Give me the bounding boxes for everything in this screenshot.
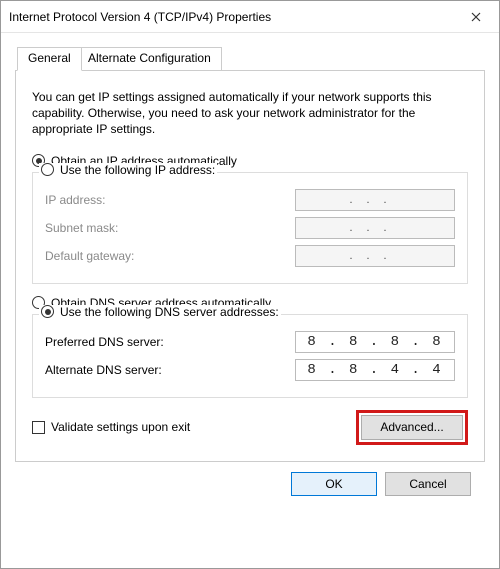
radio-ip-manual[interactable] bbox=[41, 163, 54, 176]
cancel-button-label: Cancel bbox=[409, 477, 446, 491]
window-title: Internet Protocol Version 4 (TCP/IPv4) P… bbox=[9, 10, 453, 24]
subnet-mask-input: ... bbox=[295, 217, 455, 239]
group-ip-manual: Use the following IP address: IP address… bbox=[32, 172, 468, 284]
subnet-mask-label: Subnet mask: bbox=[45, 221, 295, 235]
close-icon bbox=[471, 12, 481, 22]
radio-ip-manual-row[interactable]: Use the following IP address: bbox=[39, 163, 217, 177]
default-gateway-label: Default gateway: bbox=[45, 249, 295, 263]
advanced-highlight: Advanced... bbox=[356, 410, 468, 445]
dialog-window: Internet Protocol Version 4 (TCP/IPv4) P… bbox=[0, 0, 500, 569]
advanced-button-label: Advanced... bbox=[380, 420, 443, 434]
cancel-button[interactable]: Cancel bbox=[385, 472, 471, 496]
tab-alternate-configuration[interactable]: Alternate Configuration bbox=[77, 47, 222, 71]
preferred-dns-label: Preferred DNS server: bbox=[45, 335, 295, 349]
tab-general[interactable]: General bbox=[17, 47, 82, 71]
preferred-dns-input[interactable]: 8 . 8 . 8 . 8 bbox=[295, 331, 455, 353]
radio-ip-manual-label: Use the following IP address: bbox=[60, 163, 215, 177]
ip-address-input: ... bbox=[295, 189, 455, 211]
preferred-dns-value: 8 . 8 . 8 . 8 bbox=[307, 334, 442, 350]
alternate-dns-value: 8 . 8 . 4 . 4 bbox=[307, 362, 442, 378]
tabstrip: General Alternate Configuration bbox=[15, 47, 485, 71]
close-button[interactable] bbox=[453, 1, 499, 33]
titlebar: Internet Protocol Version 4 (TCP/IPv4) P… bbox=[1, 1, 499, 33]
tab-general-label: General bbox=[28, 51, 71, 65]
validate-label: Validate settings upon exit bbox=[51, 420, 190, 434]
alternate-dns-label: Alternate DNS server: bbox=[45, 363, 295, 377]
ok-button-label: OK bbox=[325, 477, 342, 491]
alternate-dns-input[interactable]: 8 . 8 . 4 . 4 bbox=[295, 359, 455, 381]
radio-dns-manual-row[interactable]: Use the following DNS server addresses: bbox=[39, 305, 281, 319]
validate-checkbox[interactable] bbox=[32, 421, 45, 434]
radio-dns-manual[interactable] bbox=[41, 305, 54, 318]
validate-checkbox-row[interactable]: Validate settings upon exit bbox=[32, 420, 190, 434]
tab-alternate-label: Alternate Configuration bbox=[88, 51, 211, 65]
advanced-button[interactable]: Advanced... bbox=[361, 415, 463, 440]
ip-address-label: IP address: bbox=[45, 193, 295, 207]
radio-dns-manual-label: Use the following DNS server addresses: bbox=[60, 305, 279, 319]
tabpanel-general: You can get IP settings assigned automat… bbox=[15, 71, 485, 462]
group-dns-manual: Use the following DNS server addresses: … bbox=[32, 314, 468, 398]
ok-button[interactable]: OK bbox=[291, 472, 377, 496]
default-gateway-input: ... bbox=[295, 245, 455, 267]
intro-text: You can get IP settings assigned automat… bbox=[32, 89, 468, 138]
